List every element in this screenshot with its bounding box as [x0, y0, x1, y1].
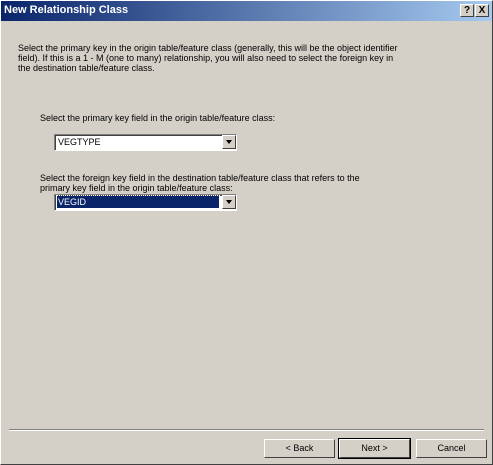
chevron-down-icon[interactable] [222, 135, 236, 149]
primary-key-label: Select the primary key field in the orig… [40, 113, 276, 123]
close-button[interactable]: X [475, 4, 489, 17]
foreign-key-label: Select the foreign key field in the dest… [40, 173, 360, 193]
primary-key-dropdown[interactable]: VEGTYPE [54, 134, 237, 151]
window-title: New Relationship Class [4, 4, 129, 16]
foreign-key-dropdown[interactable]: VEGID [54, 194, 237, 211]
help-button[interactable]: ? [460, 4, 474, 17]
instructions-text: Select the primary key in the origin tab… [18, 43, 398, 73]
cancel-button[interactable]: Cancel [416, 439, 487, 458]
button-separator [9, 429, 484, 431]
chevron-down-icon[interactable] [222, 195, 236, 209]
new-relationship-class-dialog: New Relationship Class ? X Select the pr… [0, 0, 493, 465]
foreign-key-value: VEGID [56, 195, 220, 209]
back-button[interactable]: < Back [264, 439, 335, 458]
next-button[interactable]: Next > [338, 438, 411, 459]
title-bar[interactable]: New Relationship Class ? X [1, 1, 492, 21]
primary-key-value: VEGTYPE [58, 137, 101, 147]
